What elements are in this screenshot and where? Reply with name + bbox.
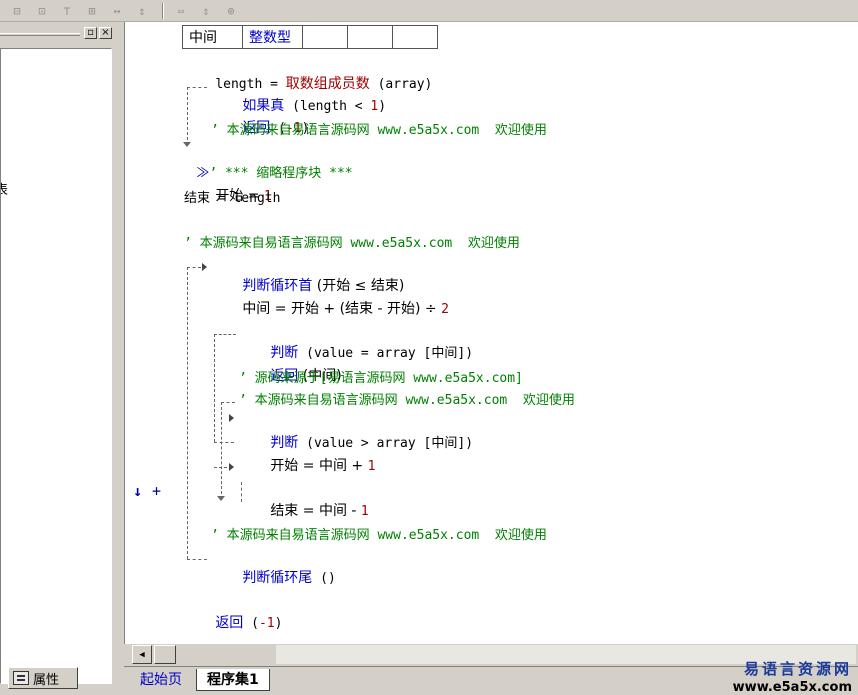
code-line[interactable]: 如果真 (length < 1) [211,76,386,114]
flow-connector [214,334,215,442]
flow-connector [187,267,201,268]
code-editor[interactable]: 中间 整数型 length = 取数组成员数 (array) 如果真 (leng… [124,22,858,644]
flow-arrow-right-icon [229,414,234,422]
scroll-thumb[interactable] [154,645,176,664]
left-panel: ▫ × 表 [0,22,118,684]
code-line[interactable]: 判断 (value = array [中间]) [239,323,473,361]
same-size-icon[interactable]: ⊕ [220,2,242,20]
align-left-icon[interactable]: ⊟ [6,2,28,20]
watermark-title: 易语言资源网 [743,660,852,678]
alignment-toolbar: ⊟ ⊡ ⊤ ⊞ ↔ ↕ ⇔ ⇕ ⊕ [0,0,858,22]
code-line[interactable]: 返回 (-1) [184,593,282,631]
scroll-left-button[interactable]: ◀ [132,645,152,664]
variable-type[interactable]: 整数型 [242,25,303,49]
flow-connector [214,442,234,443]
code-line[interactable]: 判断循环首 (开始 ≤ 结束) [211,256,404,294]
current-line-arrow-icon[interactable]: ↓ [133,481,142,501]
align-top-icon[interactable]: ⊤ [56,2,78,20]
same-height-icon[interactable]: ⇕ [195,2,217,20]
editor-gutter [125,22,157,644]
align-center-icon[interactable]: ⊡ [31,2,53,20]
flow-connector [221,402,235,403]
same-width-icon[interactable]: ⇔ [170,2,192,20]
panel-restore-button[interactable]: ▫ [84,27,97,39]
align-middle-icon[interactable]: ⊞ [81,2,103,20]
site-watermark: 易语言资源网 www.e5a5x.com [733,658,852,695]
breakpoint-plus-icon[interactable]: + [152,481,161,501]
code-comment[interactable]: ’ 本源码来自易语言源码网 www.e5a5x.com 欢迎使用 [211,121,547,141]
code-comment[interactable]: ’ 本源码来自易语言源码网 www.e5a5x.com 欢迎使用 [184,234,520,254]
code-line[interactable]: 结束 = length [184,189,280,209]
code-line[interactable]: 判断 (value > array [中间]) [239,413,473,451]
variable-cell-empty[interactable] [392,25,438,49]
flow-connector [221,402,222,494]
tab-start-page[interactable]: 起始页 [130,669,192,691]
code-line[interactable]: 判断循环尾 () [211,548,335,586]
flow-arrow-right-icon [229,463,234,471]
code-line[interactable]: 开始 = 1 [184,166,271,204]
code-line[interactable]: 返回 (-1) [211,98,309,136]
code-line[interactable]: 返回 (中间) [239,346,341,384]
code-line[interactable]: ≫’ *** 缩略程序块 *** [165,144,352,181]
properties-icon [13,671,29,685]
panel-title-bar: ▫ × [0,26,116,42]
toolbar-separator [162,2,164,19]
variable-cell-empty[interactable] [347,25,393,49]
variable-row: 中间 整数型 [182,25,438,49]
panel-grip[interactable] [0,33,80,36]
panel-content: 表 [0,48,112,684]
flow-arrow-right-icon [202,263,207,271]
tab-program-set[interactable]: 程序集1 [196,669,270,691]
code-comment[interactable]: ’ 本源码来自易语言源码网 www.e5a5x.com 欢迎使用 [239,391,575,411]
flow-connector [187,559,207,560]
code-comment[interactable]: ’ 本源码来自易语言源码网 www.e5a5x.com 欢迎使用 [211,526,547,546]
variable-name[interactable]: 中间 [182,25,243,49]
panel-close-button[interactable]: × [99,27,112,39]
code-line[interactable]: 结束 = 中间 - 1 [239,481,368,519]
variable-table: 中间 整数型 [182,25,438,49]
properties-tab-label: 属性 [33,672,60,688]
panel-cut-text: 表 [1,179,8,198]
code-line[interactable]: 中间 = 开始 + (结束 - 开始) ÷ 2 [211,279,449,317]
variable-cell-empty[interactable] [302,25,348,49]
properties-tab[interactable]: 属性 [8,667,78,689]
flow-arrow-down-icon [217,496,225,501]
flow-connector [187,267,188,559]
code-line[interactable]: 开始 = 中间 + 1 [239,436,375,474]
watermark-url: www.e5a5x.com [732,680,852,695]
distribute-vertical-icon[interactable]: ↕ [131,2,153,20]
distribute-horizontal-icon[interactable]: ↔ [106,2,128,20]
code-comment[interactable]: ’ 源码来源于[易语言源码网 www.e5a5x.com] [239,369,523,389]
code-line[interactable]: length = 取数组成员数 (array) [184,54,432,92]
